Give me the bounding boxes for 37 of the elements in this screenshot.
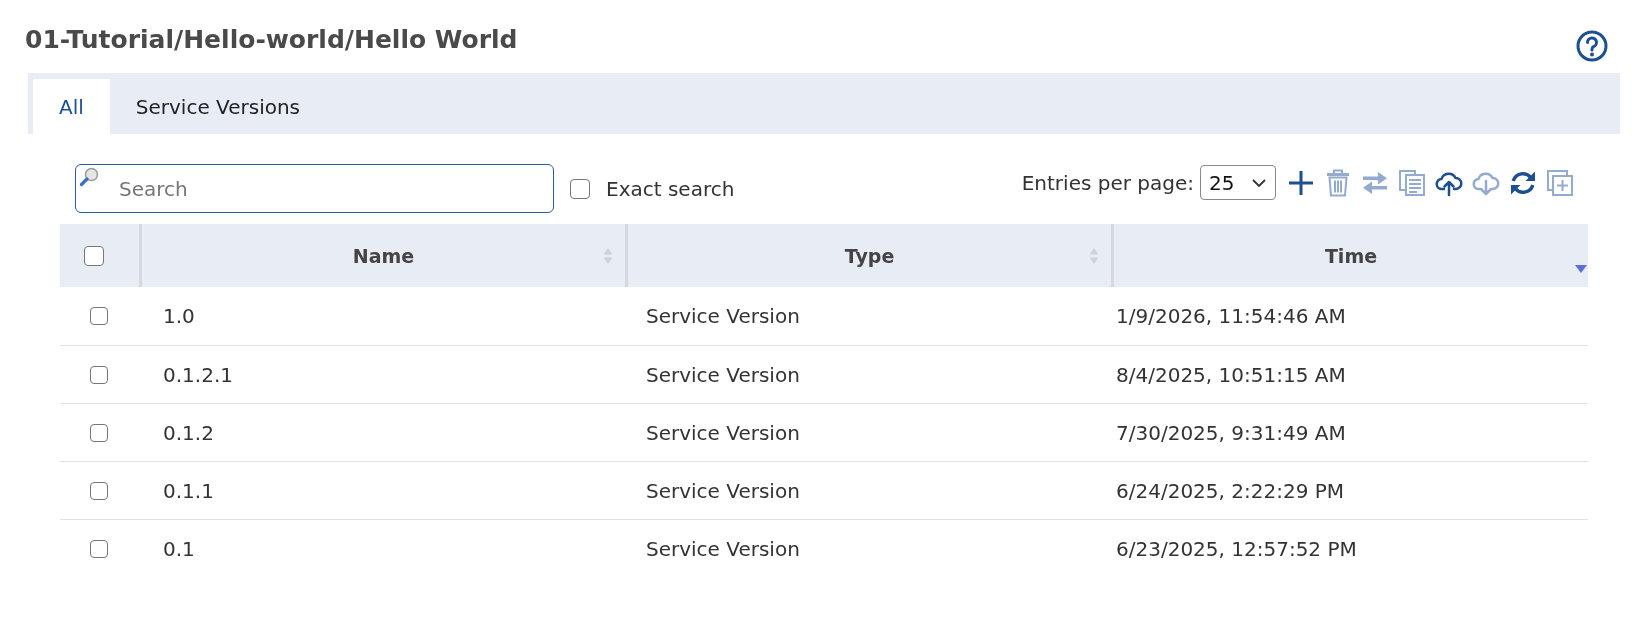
checkbox[interactable]: [90, 539, 108, 558]
checkbox[interactable]: [570, 178, 590, 199]
table-cell-text: 0.1: [162, 535, 196, 563]
column-header[interactable]: Name: [139, 224, 625, 287]
plus-icon[interactable]: [1287, 168, 1315, 197]
checkbox[interactable]: [90, 423, 108, 442]
page-title: 01-Tutorial/Hello-world/Hello World: [25, 24, 518, 56]
checkbox[interactable]: [90, 307, 108, 325]
checkbox-label: Exact search: [606, 176, 735, 201]
entries-select[interactable]: 25: [1200, 165, 1276, 200]
search-field[interactable]: Search: [75, 164, 554, 213]
table-cell-text: Service Version: [645, 477, 801, 505]
table-cell-text: 0.1.1: [162, 477, 215, 505]
table-cell-text: Service Version: [645, 535, 801, 563]
entries-label: Entries per page:: [1021, 170, 1194, 195]
table-cell-text: Service Version: [645, 303, 801, 330]
tab[interactable]: All: [33, 79, 110, 134]
table-cell-text: 6/23/2025, 12:57:52 PM: [1115, 535, 1358, 563]
tab[interactable]: Service Versions: [109, 79, 327, 134]
table-cell-text: Service Version: [645, 361, 801, 389]
checkbox[interactable]: [84, 245, 104, 266]
table-cell-text: 6/24/2025, 2:22:29 PM: [1115, 477, 1346, 505]
checkbox[interactable]: [90, 481, 108, 500]
table-cell-text: 7/30/2025, 9:31:49 AM: [1115, 419, 1347, 447]
column-header[interactable]: Type: [625, 224, 1111, 287]
checkbox[interactable]: [90, 365, 108, 384]
search-icon: [79, 167, 99, 187]
table-cell-text: Service Version: [645, 419, 801, 447]
sort-down-icon[interactable]: [1575, 265, 1587, 273]
chevron-down-icon: [1252, 178, 1266, 187]
table-cell-text: 0.1.2.1: [162, 361, 234, 389]
table-cell-text: 1/9/2026, 11:54:46 AM: [1115, 303, 1347, 330]
table-cell-text: 8/4/2025, 10:51:15 AM: [1115, 361, 1347, 389]
table-cell-text: 0.1.2: [162, 419, 215, 447]
help-icon[interactable]: [1576, 30, 1608, 62]
table-cell-text: 1.0: [162, 303, 196, 330]
column-header[interactable]: Time: [1111, 224, 1588, 287]
